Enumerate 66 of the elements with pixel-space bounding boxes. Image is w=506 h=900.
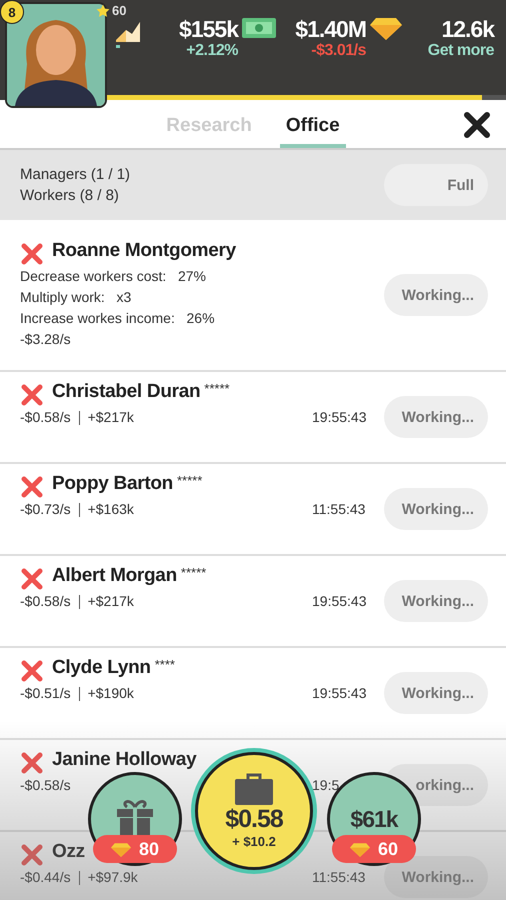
income: +$190k: [88, 684, 134, 703]
avatar[interactable]: [5, 2, 107, 108]
staff-count: Workers (8 / 8): [20, 186, 120, 206]
staff-name: Christabel Duran: [52, 381, 200, 403]
income: +$217k: [88, 592, 134, 611]
staff-name: Albert Morgan: [52, 565, 177, 587]
staff-name: Clyde Lynn: [52, 657, 151, 679]
timer: 19:55:43: [312, 685, 368, 701]
close-icon: [462, 110, 492, 140]
remove-icon[interactable]: [20, 843, 44, 867]
gem-icon: [370, 16, 402, 40]
cost-rate: -$0.51/s: [20, 684, 71, 703]
cost-rate: -$0.73/s: [20, 500, 71, 519]
manager-effect: Increase workes income: 26%: [20, 309, 216, 328]
working-button[interactable]: Working...: [384, 488, 488, 530]
working-button[interactable]: Working...: [384, 396, 488, 438]
star-icon: [96, 4, 110, 18]
timer: 11:55:43: [312, 501, 366, 517]
working-button[interactable]: Working...: [384, 580, 488, 622]
rating-stars: *****: [176, 473, 202, 488]
cash-icon: [242, 16, 276, 40]
staff-name: Poppy Barton: [52, 473, 173, 495]
staff-count: Managers (1 / 1): [20, 165, 130, 185]
working-button[interactable]: Working...: [384, 274, 488, 316]
cost-rate: -$0.58/s: [20, 776, 71, 795]
gem-icon: [110, 842, 131, 856]
stat-change: +2.12%: [186, 42, 238, 60]
remove-icon[interactable]: [20, 475, 44, 499]
timer: 19:55:43: [312, 593, 368, 609]
stat-value: 12.6k: [441, 16, 494, 42]
remove-icon[interactable]: [20, 383, 44, 407]
manager-effect: Multiply work: x3: [20, 288, 132, 307]
working-button[interactable]: Working...: [384, 856, 488, 898]
rating-stars: *****: [204, 381, 230, 396]
remove-icon[interactable]: [20, 751, 44, 775]
cost-rate: -$0.44/s: [20, 868, 71, 887]
remove-icon[interactable]: [20, 567, 44, 591]
staff-name: Roanne Montgomery: [52, 240, 236, 262]
stat-change: -$3.01/s: [311, 42, 366, 60]
income: +$97.9k: [88, 868, 138, 887]
cost-rate: -$3.28/s: [20, 330, 72, 349]
manager-effect: Decrease workers cost: 27%: [20, 267, 207, 286]
rating-stars: *****: [180, 565, 206, 580]
cost-rate: -$0.58/s: [20, 408, 71, 427]
close-button[interactable]: [462, 110, 492, 140]
gem-icon: [350, 842, 370, 856]
full-button[interactable]: Full: [384, 164, 488, 206]
star-count: 60: [112, 3, 126, 18]
timer: 11:55:43: [312, 869, 366, 885]
staff-name: Ozz: [52, 841, 85, 863]
stat-value: $155k: [179, 16, 238, 42]
price-badge: 60: [332, 835, 416, 863]
staff-name: Janine Holloway: [52, 749, 196, 771]
remove-icon[interactable]: [20, 659, 44, 683]
remove-icon[interactable]: [20, 242, 44, 266]
income: +$163k: [88, 500, 134, 519]
income: +$217k: [88, 408, 134, 427]
stat-value: $1.40M: [295, 16, 366, 42]
timer: 19:55:43: [312, 409, 368, 425]
working-button[interactable]: Working...: [384, 672, 488, 714]
rating-stars: ****: [154, 657, 175, 672]
briefcase-icon: [235, 773, 273, 805]
level-badge: 8: [0, 0, 24, 24]
price-badge: 80: [93, 835, 177, 863]
stat-change[interactable]: Get more: [428, 42, 494, 60]
cost-rate: -$0.58/s: [20, 592, 71, 611]
